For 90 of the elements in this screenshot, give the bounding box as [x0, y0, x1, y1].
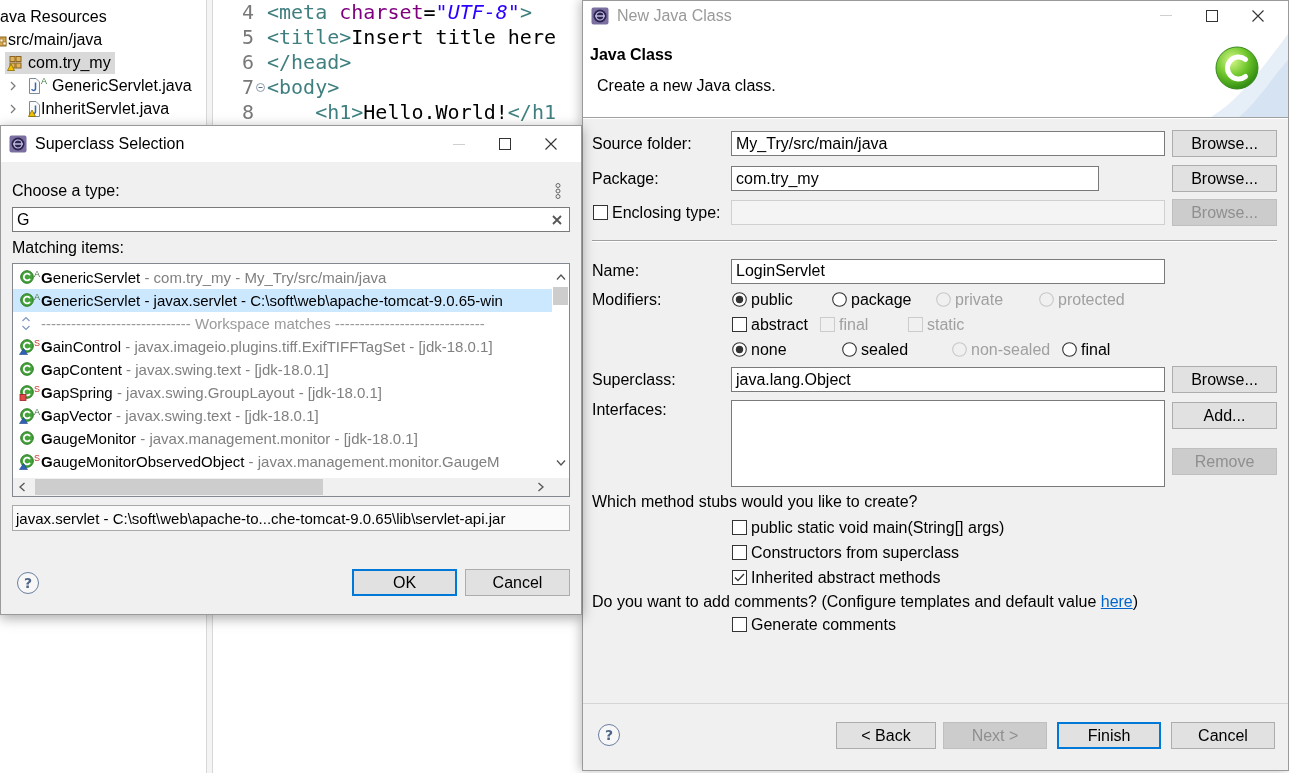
close-icon: [545, 138, 557, 150]
text-field[interactable]: java.lang.Object: [731, 367, 1165, 392]
templates-link[interactable]: here: [1100, 593, 1133, 610]
dialog-button[interactable]: Cancel: [465, 569, 570, 596]
modifier-letter: S: [34, 338, 40, 348]
radio-button[interactable]: package: [832, 290, 936, 309]
view-menu-icon[interactable]: [555, 183, 561, 199]
app-icon: [591, 6, 609, 25]
code-line: <title>Insert title here: [267, 25, 556, 50]
minimize-icon: [453, 143, 465, 145]
minimize-icon: [1160, 15, 1172, 16]
chevron-right-icon[interactable]: [10, 103, 16, 114]
stubs-question: Which method stubs would you like to create?: [592, 492, 919, 512]
maximize-icon: [499, 138, 511, 150]
interfaces-list[interactable]: [731, 400, 1165, 487]
browse-button[interactable]: Browse...: [1172, 366, 1277, 393]
scroll-left-icon[interactable]: [19, 482, 25, 492]
list-label: Matching items:: [12, 238, 126, 258]
field-label: Source folder:: [592, 134, 693, 153]
modifier-letter: A: [41, 76, 47, 86]
tree-item[interactable]: ava Resources: [0, 5, 111, 28]
prompt-label: Choose a type:: [12, 182, 120, 200]
scroll-right-icon[interactable]: [538, 482, 544, 492]
modifier-letter: S: [34, 384, 40, 394]
field-label: Package:: [592, 169, 660, 188]
tree-item[interactable]: src/main/java: [0, 28, 107, 51]
help-button[interactable]: ?: [598, 724, 620, 746]
line-number: 7: [240, 75, 254, 100]
modifier-letter: A: [34, 407, 40, 417]
line-number: 6: [240, 50, 254, 75]
fold-icon[interactable]: [256, 83, 265, 92]
line-number: 5: [240, 25, 254, 50]
radio-button[interactable]: public: [732, 290, 832, 309]
scrollbar-corner: [552, 478, 569, 496]
wizard-button[interactable]: < Back: [836, 722, 936, 749]
dialog-button[interactable]: OK: [352, 569, 457, 596]
window-title: Superclass Selection: [35, 135, 185, 153]
tree-item[interactable]: InheritServlet.java: [26, 97, 174, 120]
wizard-button[interactable]: Finish: [1057, 722, 1161, 749]
code-line: <body>: [267, 75, 340, 100]
code-line: </head>: [267, 50, 352, 75]
line-number: 4: [240, 0, 254, 25]
scrollbar-thumb[interactable]: [553, 287, 568, 305]
field-label: Name:: [592, 262, 641, 280]
browse-button[interactable]: Browse...: [1172, 130, 1277, 157]
separator-label: ------------------------------ Workspace matches ------------------------------: [41, 315, 485, 332]
field-label: Superclass:: [592, 370, 677, 389]
scrollbar-thumb[interactable]: [35, 479, 323, 495]
scroll-down-icon[interactable]: [555, 460, 566, 466]
text-field[interactable]: My_Try/src/main/java: [731, 131, 1165, 156]
chevron-right-icon[interactable]: [10, 80, 16, 91]
modifier-letter: A: [34, 292, 40, 302]
modifier-letter: A: [34, 269, 40, 279]
search-field[interactable]: G: [12, 207, 570, 232]
checkbox[interactable]: Inherited abstract methods: [732, 568, 941, 587]
help-button[interactable]: ?: [17, 571, 39, 594]
browse-button[interactable]: Browse...: [1172, 165, 1277, 192]
checkbox[interactable]: Generate comments: [732, 615, 896, 634]
code-line: <h1>Hello.World!</h1: [315, 100, 556, 125]
line-number: 8: [240, 100, 254, 125]
field-label: Modifiers:: [592, 290, 663, 309]
clear-icon[interactable]: [552, 214, 562, 225]
wizard-heading: Java Class: [590, 45, 674, 65]
tree-item[interactable]: com.try_my: [5, 51, 115, 74]
code-line: <meta charset="UTF-8">: [267, 0, 532, 25]
radio-button[interactable]: none: [732, 340, 842, 359]
type-list-item[interactable]: GapContent - javax.swing.text - [jdk-18.0.1]: [13, 358, 552, 381]
radio-button[interactable]: sealed: [842, 340, 952, 359]
comments-question: Do you want to add comments? (Configure templates and default value here): [592, 592, 1140, 612]
tree-item[interactable]: A GenericServlet.java: [26, 74, 196, 97]
text-field[interactable]: com.try_my: [731, 166, 1099, 191]
radio-button[interactable]: final: [1062, 340, 1111, 359]
interface-button[interactable]: Add...: [1172, 402, 1277, 429]
up-down-chevron-icon: [21, 316, 31, 331]
wizard-button[interactable]: Cancel: [1171, 722, 1275, 749]
horizontal-scrollbar[interactable]: [13, 478, 552, 496]
maximize-icon: [1206, 9, 1218, 22]
type-list-item[interactable]: GaugeMonitor - javax.management.monitor - [jdk-18.0.1]: [13, 427, 552, 450]
modifier-letter: S: [34, 453, 40, 463]
app-icon: [9, 135, 27, 153]
checkbox[interactable]: Constructors from superclass: [732, 543, 960, 562]
wizard-description: Create a new Java class.: [596, 76, 776, 96]
checkbox[interactable]: abstract: [732, 315, 820, 334]
selection-details: javax.servlet - C:\soft\web\apache-to...che-tomcat-9.0.65\lib\servlet-api.jar: [12, 505, 570, 531]
scroll-up-icon[interactable]: [555, 274, 566, 280]
window-title: New Java Class: [617, 6, 732, 25]
text-field[interactable]: LoginServlet: [731, 258, 1165, 284]
field-label: Interfaces:: [592, 400, 668, 420]
checkbox[interactable]: public static void main(String[] args): [732, 518, 1005, 537]
close-icon: [1252, 9, 1264, 22]
